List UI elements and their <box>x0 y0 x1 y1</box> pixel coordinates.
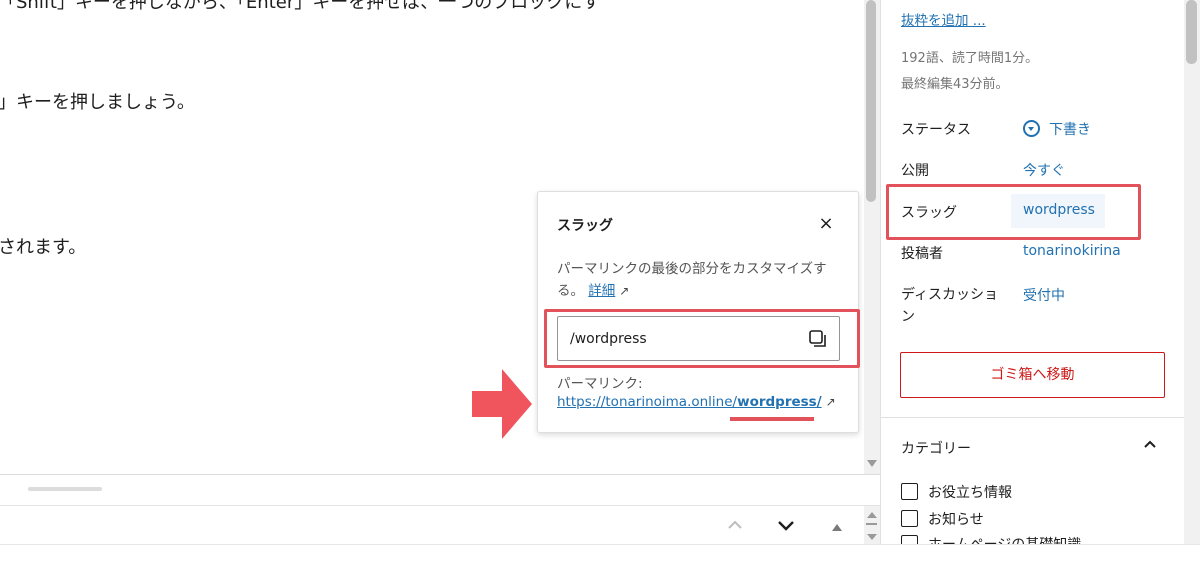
slug-popover: スラッグ × パーマリンクの最後の部分をカスタマイズする。 詳細↗ パーマリンク… <box>537 191 859 433</box>
footer-scrollbar[interactable] <box>864 506 880 544</box>
chevron-up-icon[interactable] <box>1141 436 1159 454</box>
publish-value[interactable]: 今すぐ <box>1023 160 1065 180</box>
slug-value[interactable]: wordpress <box>1023 202 1095 218</box>
copy-icon[interactable] <box>808 329 828 349</box>
settings-sidebar: 抜粋を追加 ... 192語、読了時間1分。 最終編集43分前。 ステータス 下… <box>880 0 1184 553</box>
publish-label: 公開 <box>901 163 929 179</box>
external-link-icon: ↗ <box>619 284 630 298</box>
category-item[interactable]: お役立ち情報 <box>901 482 1012 502</box>
checkbox[interactable] <box>901 510 918 527</box>
scroll-down-arrow-icon[interactable] <box>867 534 877 540</box>
popover-title: スラッグ <box>557 218 613 234</box>
category-label: お役立ち情報 <box>928 485 1012 501</box>
category-item[interactable]: お知らせ <box>901 509 984 529</box>
categories-title[interactable]: カテゴリー <box>901 438 971 458</box>
permalink-base[interactable]: https://tonarinoima.online/ <box>557 394 737 410</box>
scroll-up-arrow-icon[interactable] <box>867 512 877 518</box>
discussion-label: ディスカッション <box>901 287 999 325</box>
divider <box>0 474 880 475</box>
paragraph-text[interactable]: 」キーを押しましょう。 <box>0 88 195 114</box>
details-link[interactable]: 詳細 <box>588 283 615 299</box>
author-label: 投稿者 <box>901 246 943 262</box>
popover-help-text: パーマリンクの最後の部分をカスタマイズする。 詳細 ↗ <box>557 258 847 302</box>
paragraph-text[interactable]: されます。 <box>0 233 86 259</box>
slug-field[interactable] <box>557 316 840 361</box>
chevron-up-icon[interactable] <box>728 518 742 532</box>
author-value[interactable]: tonarinokirina <box>1023 243 1121 259</box>
triangle-up-icon[interactable] <box>832 524 842 531</box>
slug-label: スラッグ <box>901 205 957 221</box>
scroll-down-arrow-icon[interactable] <box>867 460 877 467</box>
scroll-indicator <box>866 523 877 525</box>
scrollbar-thumb[interactable] <box>1186 0 1197 64</box>
scrollbar-thumb[interactable] <box>866 0 876 202</box>
word-count: 192語、読了時間1分。 <box>901 51 1039 66</box>
slug-input[interactable] <box>570 317 790 360</box>
status-text[interactable]: 下書き <box>1049 122 1091 138</box>
permalink-slug[interactable]: wordpress/ <box>737 394 822 410</box>
add-excerpt-link[interactable]: 抜粋を追加 ... <box>901 9 986 29</box>
last-edited: 最終編集43分前。 <box>901 77 1009 92</box>
status-value[interactable]: 下書き <box>1023 119 1091 139</box>
draft-status-icon <box>1023 120 1040 137</box>
status-label: ステータス <box>901 122 971 138</box>
paragraph-text[interactable]: 「Shift」キーを押しながら、「Enter」キーを押せば、一つのブロックにす <box>0 0 600 14</box>
sidebar-scrollbar[interactable] <box>1184 0 1200 544</box>
page-bottom <box>0 544 1200 570</box>
editor-scrollbar[interactable] <box>864 0 880 474</box>
checkbox[interactable] <box>901 483 918 500</box>
resize-handle[interactable] <box>28 487 102 491</box>
highlight-underline <box>730 417 814 421</box>
chevron-down-icon[interactable] <box>778 518 794 532</box>
discussion-value[interactable]: 受付中 <box>1023 285 1065 305</box>
red-arrow-icon <box>472 369 532 439</box>
permalink-label: パーマリンク: <box>557 376 643 392</box>
permalink-link[interactable]: https://tonarinoima.online/wordpress/↗ <box>557 394 836 410</box>
close-icon[interactable]: × <box>816 214 836 234</box>
external-link-icon: ↗ <box>825 395 836 409</box>
category-label: お知らせ <box>928 512 984 528</box>
divider <box>881 417 1184 418</box>
move-to-trash-button[interactable]: ゴミ箱へ移動 <box>900 352 1165 398</box>
